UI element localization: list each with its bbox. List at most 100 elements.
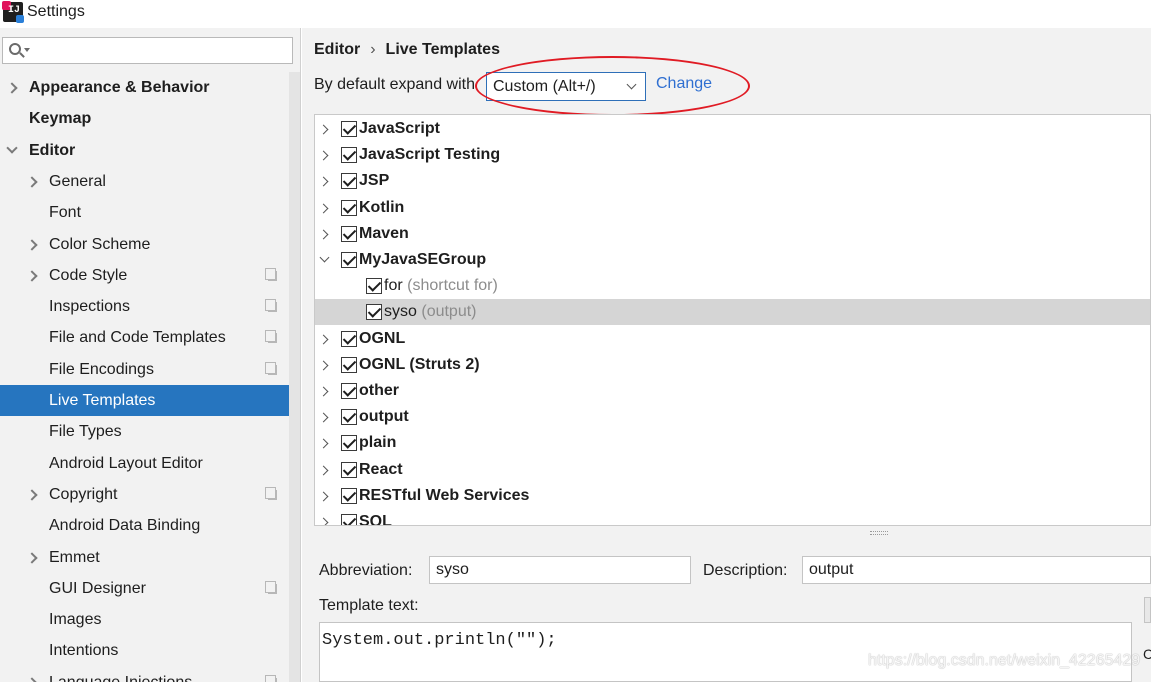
- enabled-checkbox[interactable]: [341, 121, 357, 137]
- template-name: other: [359, 382, 399, 399]
- sidebar-item-label: Inspections: [49, 298, 130, 315]
- chevron-right-icon[interactable]: [6, 82, 18, 94]
- chevron-right-icon[interactable]: [318, 517, 329, 525]
- template-row[interactable]: syso (output): [315, 299, 1150, 325]
- enabled-checkbox[interactable]: [341, 173, 357, 189]
- chevron-right-icon[interactable]: [318, 412, 329, 423]
- enabled-checkbox[interactable]: [341, 409, 357, 425]
- template-label: JavaScript: [359, 116, 440, 142]
- splitter-handle[interactable]: [870, 531, 888, 535]
- edit-variables-button[interactable]: [1144, 597, 1151, 623]
- enabled-checkbox[interactable]: [341, 252, 357, 268]
- chevron-down-icon[interactable]: [6, 142, 18, 154]
- template-group-row[interactable]: plain: [315, 430, 1150, 456]
- chevron-right-icon[interactable]: [26, 270, 38, 282]
- abbreviation-field[interactable]: [429, 556, 691, 584]
- template-text-label: Template text:: [319, 597, 419, 614]
- sidebar-item-language-injections[interactable]: Language Injections: [0, 667, 300, 682]
- template-group-row[interactable]: OGNL: [315, 326, 1150, 352]
- template-name: Maven: [359, 225, 409, 242]
- template-group-row[interactable]: OGNL (Struts 2): [315, 352, 1150, 378]
- template-name: JavaScript Testing: [359, 146, 501, 163]
- sidebar-item-inspections[interactable]: Inspections: [0, 291, 300, 322]
- template-group-row[interactable]: React: [315, 457, 1150, 483]
- sidebar-item-intentions[interactable]: Intentions: [0, 635, 300, 666]
- sidebar-item-label: Language Injections: [49, 667, 192, 682]
- chevron-right-icon[interactable]: [318, 386, 329, 397]
- sidebar-item-appearance-behavior[interactable]: Appearance & Behavior: [0, 72, 300, 103]
- expand-with-select[interactable]: Custom (Alt+/): [486, 72, 646, 101]
- chevron-right-icon[interactable]: [26, 552, 38, 564]
- sidebar-item-label: Live Templates: [49, 392, 156, 409]
- template-row[interactable]: for (shortcut for): [315, 273, 1150, 299]
- enabled-checkbox[interactable]: [341, 200, 357, 216]
- sidebar-item-font[interactable]: Font: [0, 197, 300, 228]
- chevron-right-icon[interactable]: [26, 239, 38, 251]
- template-label: Kotlin: [359, 195, 404, 221]
- enabled-checkbox[interactable]: [341, 435, 357, 451]
- template-group-row[interactable]: Kotlin: [315, 195, 1150, 221]
- sidebar-item-file-types[interactable]: File Types: [0, 416, 300, 447]
- sidebar-item-keymap[interactable]: Keymap: [0, 103, 300, 134]
- sidebar-item-emmet[interactable]: Emmet: [0, 542, 300, 573]
- template-group-row[interactable]: JavaScript Testing: [315, 142, 1150, 168]
- enabled-checkbox[interactable]: [341, 514, 357, 525]
- chevron-right-icon[interactable]: [318, 491, 329, 502]
- sidebar-item-copyright[interactable]: Copyright: [0, 479, 300, 510]
- breadcrumb-parent[interactable]: Editor: [314, 41, 360, 58]
- template-group-row[interactable]: MyJavaSEGroup: [315, 247, 1150, 273]
- chevron-right-icon[interactable]: [318, 465, 329, 476]
- chevron-right-icon[interactable]: [318, 360, 329, 371]
- search-icon[interactable]: [9, 43, 21, 55]
- enabled-checkbox[interactable]: [366, 278, 382, 294]
- chevron-down-icon[interactable]: [626, 79, 637, 90]
- chevron-right-icon[interactable]: [318, 150, 329, 161]
- sidebar-item-android-layout-editor[interactable]: Android Layout Editor: [0, 448, 300, 479]
- search-options-caret-icon[interactable]: [24, 48, 30, 52]
- settings-search-box[interactable]: [2, 37, 293, 64]
- chevron-right-icon[interactable]: [26, 489, 38, 501]
- chevron-right-icon[interactable]: [26, 677, 38, 682]
- chevron-right-icon[interactable]: [318, 438, 329, 449]
- template-name: OGNL (Struts 2): [359, 356, 480, 373]
- sidebar-item-file-encodings[interactable]: File Encodings: [0, 354, 300, 385]
- sidebar-item-gui-designer[interactable]: GUI Designer: [0, 573, 300, 604]
- enabled-checkbox[interactable]: [341, 331, 357, 347]
- description-field[interactable]: [802, 556, 1151, 584]
- description-label: Description:: [703, 562, 788, 579]
- template-group-row[interactable]: JSP: [315, 168, 1150, 194]
- chevron-right-icon[interactable]: [318, 229, 329, 240]
- chevron-right-icon[interactable]: [318, 176, 329, 187]
- sidebar-item-file-and-code-templates[interactable]: File and Code Templates: [0, 322, 300, 353]
- template-group-row[interactable]: Maven: [315, 221, 1150, 247]
- sidebar-item-color-scheme[interactable]: Color Scheme: [0, 229, 300, 260]
- sidebar-item-editor[interactable]: Editor: [0, 135, 300, 166]
- template-text-code[interactable]: System.out.println("");: [322, 631, 557, 650]
- template-group-row[interactable]: RESTful Web Services: [315, 483, 1150, 509]
- settings-search-input[interactable]: [33, 40, 288, 61]
- chevron-right-icon[interactable]: [318, 203, 329, 214]
- change-link[interactable]: Change: [656, 75, 712, 93]
- chevron-right-icon[interactable]: [318, 334, 329, 345]
- chevron-down-icon[interactable]: [319, 252, 330, 263]
- enabled-checkbox[interactable]: [341, 226, 357, 242]
- sidebar-item-live-templates[interactable]: Live Templates: [0, 385, 300, 416]
- chevron-right-icon[interactable]: [26, 176, 38, 188]
- template-group-row[interactable]: output: [315, 404, 1150, 430]
- template-group-row[interactable]: JavaScript: [315, 116, 1150, 142]
- enabled-checkbox[interactable]: [341, 488, 357, 504]
- enabled-checkbox[interactable]: [341, 357, 357, 373]
- enabled-checkbox[interactable]: [341, 383, 357, 399]
- template-group-row[interactable]: SQL: [315, 509, 1150, 525]
- chevron-right-icon[interactable]: [318, 124, 329, 135]
- enabled-checkbox[interactable]: [366, 304, 382, 320]
- enabled-checkbox[interactable]: [341, 147, 357, 163]
- sidebar-item-code-style[interactable]: Code Style: [0, 260, 300, 291]
- template-group-row[interactable]: other: [315, 378, 1150, 404]
- sidebar-scrollbar[interactable]: [289, 72, 300, 682]
- sidebar-item-images[interactable]: Images: [0, 604, 300, 635]
- template-label: Maven: [359, 221, 409, 247]
- enabled-checkbox[interactable]: [341, 462, 357, 478]
- sidebar-item-general[interactable]: General: [0, 166, 300, 197]
- sidebar-item-android-data-binding[interactable]: Android Data Binding: [0, 510, 300, 541]
